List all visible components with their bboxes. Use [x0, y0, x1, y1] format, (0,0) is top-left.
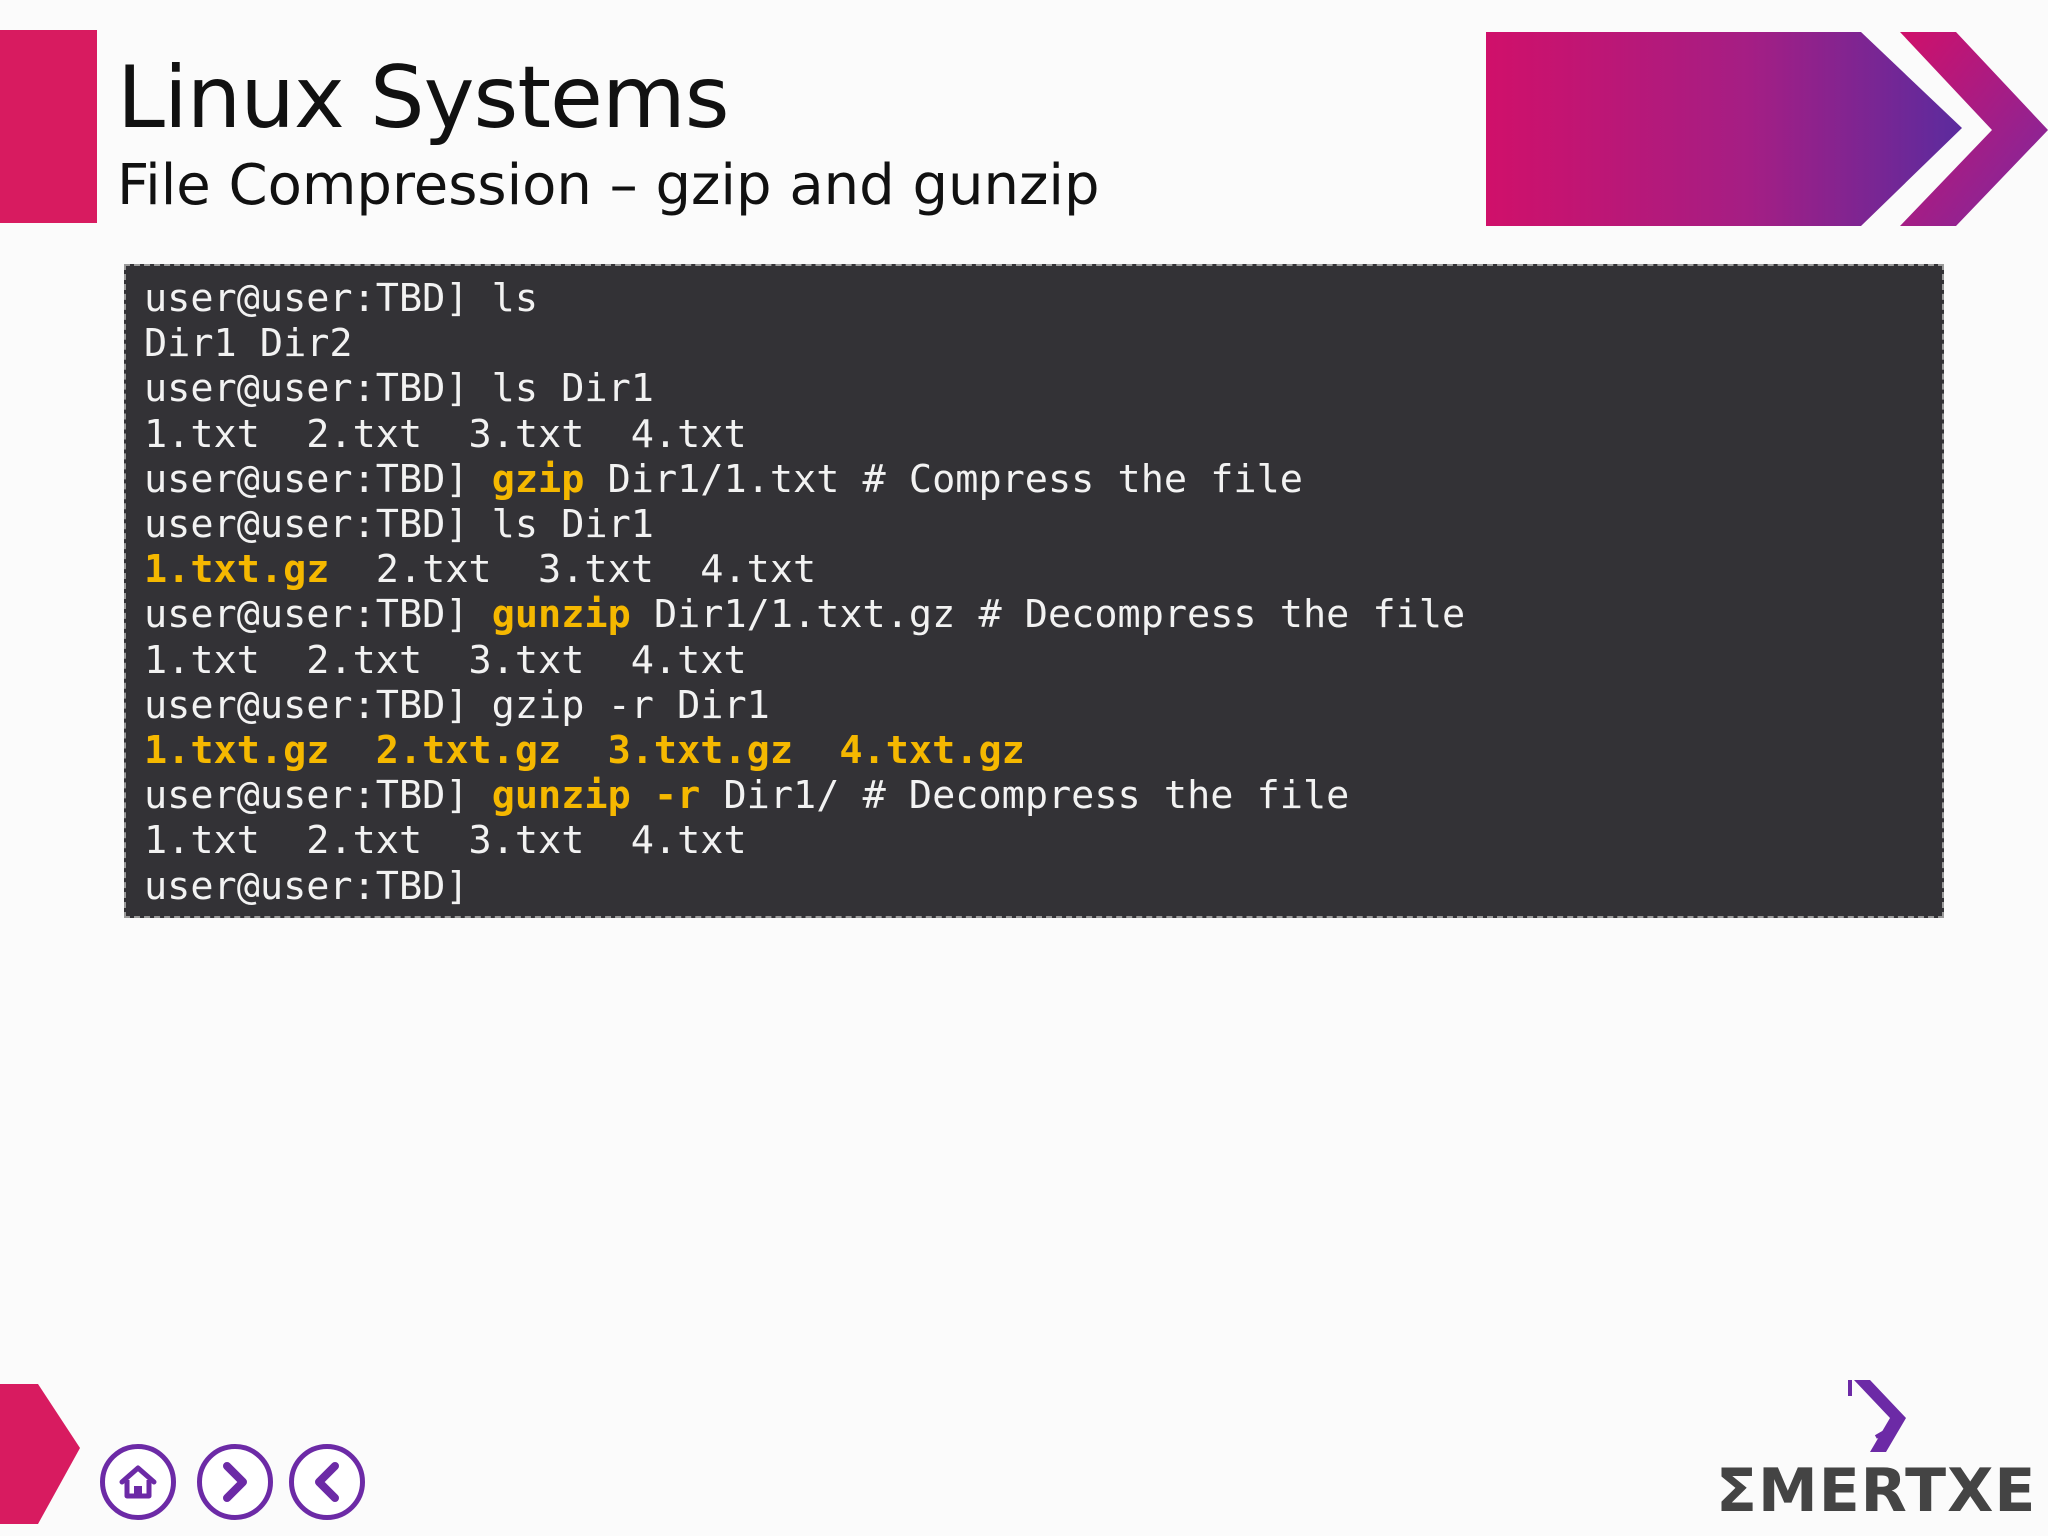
terminal-text: user@user:TBD] ls	[144, 276, 539, 321]
terminal-text: user@user:TBD] gzip -r Dir1	[144, 682, 770, 728]
terminal-line: user@user:TBD] gzip -r Dir1	[144, 683, 1924, 728]
terminal-text: user@user:TBD] ls Dir1	[144, 502, 654, 548]
terminal-text: Dir1 Dir2	[144, 321, 353, 367]
terminal-line: user@user:TBD] gunzip Dir1/1.txt.gz # De…	[144, 592, 1924, 637]
title-accent-bar	[0, 30, 97, 223]
terminal-text: user@user:TBD]	[144, 456, 492, 502]
terminal-text: 1.txt 2.txt 3.txt 4.txt	[144, 818, 747, 864]
previous-slide-button[interactable]	[289, 1444, 365, 1520]
chevron-left-icon	[315, 1462, 339, 1502]
header-banner	[1486, 32, 2048, 226]
emertxe-logo: ΣMERTXE	[1716, 1376, 2036, 1526]
next-slide-button[interactable]	[197, 1444, 273, 1520]
home-icon	[119, 1465, 157, 1499]
highlighted-text: gunzip -r	[491, 773, 701, 819]
logo-text: ΣMERTXE	[1716, 1456, 2037, 1526]
terminal-line: 1.txt.gz 2.txt 3.txt 4.txt	[144, 547, 1924, 592]
terminal-line: user@user:TBD] gunzip -r Dir1/ # Decompr…	[144, 773, 1924, 818]
terminal-line: 1.txt 2.txt 3.txt 4.txt	[144, 638, 1924, 683]
terminal-text: user@user:TBD] ls Dir1	[144, 366, 654, 412]
terminal-line: user@user:TBD] ls Dir1	[144, 366, 1924, 411]
terminal-text: 2.txt 3.txt 4.txt	[329, 547, 817, 593]
terminal-line: 1.txt.gz 2.txt.gz 3.txt.gz 4.txt.gz	[144, 728, 1924, 773]
page-subtitle: File Compression – gzip and gunzip	[117, 153, 1100, 218]
bottom-accent-arrow	[0, 1384, 80, 1524]
logo-chevron-mark	[1848, 1380, 1906, 1452]
highlighted-text: 1.txt.gz 2.txt.gz 3.txt.gz 4.txt.gz	[144, 728, 1025, 774]
chevron-right-icon	[223, 1462, 247, 1502]
terminal-text: Dir1/ # Decompress the file	[700, 773, 1350, 819]
banner-arrow-body	[1486, 32, 1962, 226]
highlighted-text: gzip	[491, 456, 585, 502]
terminal-text: user@user:TBD]	[144, 863, 469, 909]
terminal-line: user@user:TBD]	[144, 864, 1924, 909]
terminal-text: 1.txt 2.txt 3.txt 4.txt	[144, 637, 747, 683]
terminal-text: Dir1/1.txt.gz # Decompress the file	[630, 592, 1466, 638]
terminal-line: 1.txt 2.txt 3.txt 4.txt	[144, 412, 1924, 457]
terminal-line: user@user:TBD] ls Dir1	[144, 502, 1924, 547]
terminal-line: user@user:TBD] gzip Dir1/1.txt # Compres…	[144, 457, 1924, 502]
highlighted-text: 1.txt.gz	[144, 547, 330, 593]
terminal-line: 1.txt 2.txt 3.txt 4.txt	[144, 818, 1924, 863]
home-button[interactable]	[100, 1444, 176, 1520]
terminal-block: user@user:TBD] ls Dir1 Dir2 user@user:TBD]…	[124, 264, 1944, 918]
terminal-line: Dir1 Dir2	[144, 321, 1924, 366]
terminal-text: user@user:TBD]	[144, 592, 492, 638]
page-title: Linux Systems	[117, 48, 730, 148]
terminal-text: Dir1/1.txt # Compress the file	[584, 456, 1303, 502]
terminal-text: 1.txt 2.txt 3.txt 4.txt	[144, 411, 747, 457]
highlighted-text: gunzip	[491, 592, 631, 638]
terminal-line: user@user:TBD] ls	[144, 276, 1924, 321]
terminal-text: user@user:TBD]	[144, 773, 492, 819]
